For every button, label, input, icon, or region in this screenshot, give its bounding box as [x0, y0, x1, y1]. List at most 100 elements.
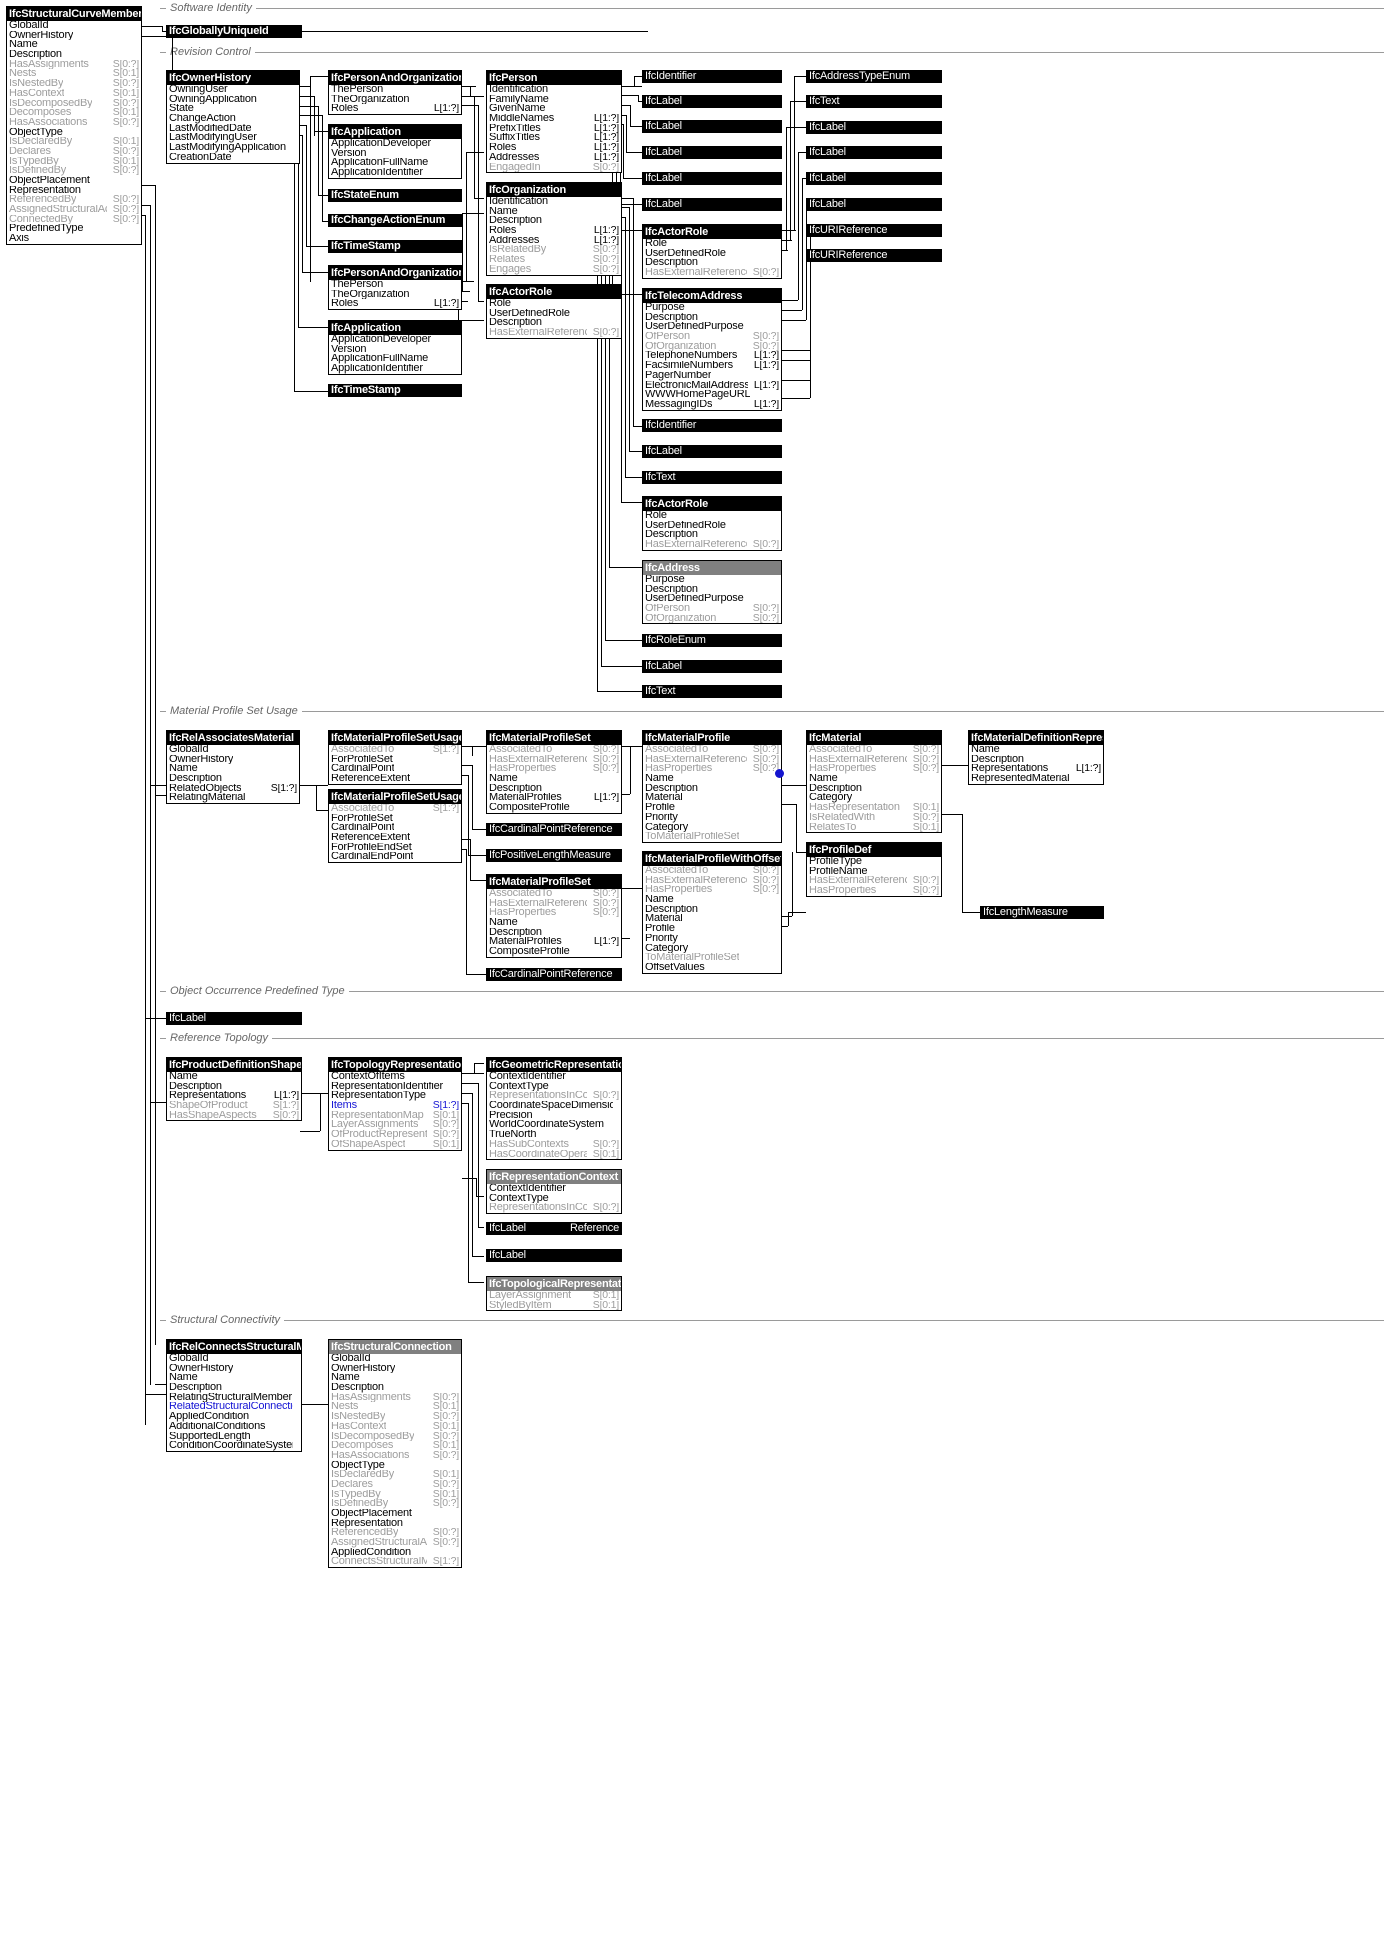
- attribute-row[interactable]: CardinalPoint: [329, 823, 461, 833]
- attribute-row[interactable]: CompositeProfile: [487, 947, 621, 957]
- attribute-row[interactable]: ForProfileSet: [329, 814, 461, 824]
- attribute-row[interactable]: MaterialProfiles L[1:?]: [487, 937, 621, 947]
- type-box-ifc-identifier-org[interactable]: IfcIdentifier: [642, 419, 782, 432]
- attribute-row[interactable]: Representation: [329, 1519, 461, 1529]
- attribute-row[interactable]: CardinalEndPoint: [329, 852, 461, 862]
- attribute-row[interactable]: Priority: [643, 813, 781, 823]
- type-box-ifc-time-stamp-2[interactable]: IfcTimeStamp: [328, 384, 462, 397]
- attribute-row[interactable]: Addresses L[1:?]: [487, 153, 621, 163]
- attribute-row[interactable]: Description: [167, 774, 299, 784]
- attribute-row[interactable]: UserDefinedPurpose: [643, 322, 781, 332]
- attribute-row[interactable]: CompositeProfile: [487, 803, 621, 813]
- attribute-row[interactable]: HasExternalReference S[0:?]: [807, 876, 941, 886]
- attribute-row[interactable]: Description: [7, 50, 141, 60]
- attribute-row[interactable]: IsDecomposedBy S[0:?]: [7, 99, 141, 109]
- entity-ifc-person[interactable]: IfcPerson Identification FamilyName GivenN…: [486, 70, 622, 174]
- attribute-row[interactable]: OwnerHistory: [167, 755, 299, 765]
- attribute-row[interactable]: HasContext S[0:1]: [329, 1422, 461, 1432]
- attribute-row[interactable]: Description: [167, 1383, 301, 1393]
- attribute-row[interactable]: HasExternalReferences S[0:?]: [487, 899, 621, 909]
- attribute-row[interactable]: Name: [487, 918, 621, 928]
- attribute-row[interactable]: ProfileType: [807, 857, 941, 867]
- attribute-row[interactable]: HasAssignments S[0:?]: [329, 1393, 461, 1403]
- attribute-row[interactable]: RelatedObjects S[1:?]: [167, 784, 299, 794]
- entity-ifc-address[interactable]: IfcAddress Purpose Description UserDefined…: [642, 560, 782, 625]
- attribute-row[interactable]: HasExternalReferences S[0:?]: [487, 755, 621, 765]
- attribute-row[interactable]: FamilyName: [487, 95, 621, 105]
- attribute-row[interactable]: WWWHomePageURL: [643, 390, 781, 400]
- attribute-row[interactable]: TheOrganization: [329, 290, 461, 300]
- attribute-row[interactable]: Name: [807, 774, 941, 784]
- type-box-ifc-cardinal-point-reference-1[interactable]: IfcCardinalPointReference: [486, 823, 622, 836]
- attribute-row[interactable]: AssociatedTo S[0:?]: [643, 866, 781, 876]
- attribute-row[interactable]: ThePerson: [329, 85, 461, 95]
- attribute-row[interactable]: TheOrganization: [329, 95, 461, 105]
- type-box-ifc-label-reference[interactable]: IfcLabel Reference: [486, 1222, 622, 1235]
- attribute-row[interactable]: Purpose: [643, 575, 781, 585]
- attribute-row[interactable]: HasContext S[0:1]: [7, 89, 141, 99]
- attribute-row[interactable]: Roles L[1:?]: [487, 226, 621, 236]
- attribute-row[interactable]: Precision: [487, 1111, 621, 1121]
- attribute-row[interactable]: Version: [329, 345, 461, 355]
- attribute-row[interactable]: ThePerson: [329, 280, 461, 290]
- attribute-row[interactable]: Addresses L[1:?]: [487, 236, 621, 246]
- attribute-row[interactable]: RepresentationsInContext S[0:?]: [487, 1203, 621, 1213]
- attribute-row[interactable]: HasProperties S[0:?]: [487, 764, 621, 774]
- attribute-row[interactable]: AppliedCondition: [167, 1412, 301, 1422]
- attribute-row[interactable]: Name: [487, 774, 621, 784]
- attribute-row[interactable]: UserDefinedRole: [643, 521, 781, 531]
- attribute-row[interactable]: AssignedStructuralActivity S[0:?]: [329, 1538, 461, 1548]
- entity-ifc-topology-representation[interactable]: IfcTopologyRepresentation ContextOfItems…: [328, 1057, 462, 1151]
- attribute-row[interactable]: HasProperties S[0:?]: [643, 885, 781, 895]
- attribute-row[interactable]: UserDefinedRole: [487, 309, 621, 319]
- attribute-row[interactable]: RelatingStructuralMember: [167, 1393, 301, 1403]
- attribute-row[interactable]: IsRelatedWith S[0:?]: [807, 813, 941, 823]
- attribute-row[interactable]: ToMaterialProfileSet: [643, 953, 781, 963]
- attribute-row[interactable]: SuffixTitles L[1:?]: [487, 133, 621, 143]
- type-box-ifc-label-a3[interactable]: IfcLabel: [806, 172, 942, 185]
- attribute-row[interactable]: GlobalId: [167, 745, 299, 755]
- attribute-row[interactable]: Roles L[1:?]: [487, 143, 621, 153]
- attribute-row[interactable]: Description: [643, 585, 781, 595]
- attribute-row[interactable]: IsTypedBy S[0:1]: [7, 157, 141, 167]
- type-box-ifc-length-measure[interactable]: IfcLengthMeasure: [980, 906, 1104, 919]
- attribute-row[interactable]: ConnectsStructuralMembers S[1:?]: [329, 1557, 461, 1567]
- entity-ifc-person-and-organization-2[interactable]: IfcPersonAndOrganization ThePerson TheOrg…: [328, 265, 462, 311]
- type-box-ifc-label-r1[interactable]: IfcLabel: [642, 660, 782, 673]
- attribute-row[interactable]: AssociatedTo S[0:?]: [487, 745, 621, 755]
- entity-ifc-person-and-organization-1[interactable]: IfcPersonAndOrganization ThePerson TheOrg…: [328, 70, 462, 116]
- attribute-row[interactable]: RelatingMaterial: [167, 793, 299, 803]
- attribute-row[interactable]: ObjectType: [7, 128, 141, 138]
- attribute-row[interactable]: HasProperties S[0:?]: [807, 886, 941, 896]
- entity-ifc-actor-role-left[interactable]: IfcActorRole Role UserDefinedRole Descript…: [486, 284, 622, 339]
- type-box-ifc-change-action-enum[interactable]: IfcChangeActionEnum: [328, 214, 462, 227]
- entity-ifc-telecom-address[interactable]: IfcTelecomAddress Purpose Description User…: [642, 288, 782, 411]
- type-box-ifc-uri-reference-2[interactable]: IfcURIReference: [806, 249, 942, 262]
- attribute-row[interactable]: MaterialProfiles L[1:?]: [487, 793, 621, 803]
- type-box-ifc-label-a2[interactable]: IfcLabel: [806, 146, 942, 159]
- type-box-ifc-label-a1[interactable]: IfcLabel: [806, 121, 942, 134]
- attribute-row[interactable]: EngagedIn S[0:?]: [487, 163, 621, 173]
- entity-ifc-rel-associates-material[interactable]: IfcRelAssociatesMaterial GlobalId OwnerHi…: [166, 730, 300, 805]
- attribute-row[interactable]: Declares S[0:?]: [329, 1480, 461, 1490]
- attribute-row[interactable]: GivenName: [487, 104, 621, 114]
- attribute-row[interactable]: ApplicationIdentifier: [329, 364, 461, 374]
- entity-ifc-owner-history[interactable]: IfcOwnerHistory OwningUser OwningApplicat…: [166, 70, 300, 164]
- attribute-row[interactable]: Description: [487, 318, 621, 328]
- attribute-row[interactable]: OwningUser: [167, 85, 299, 95]
- attribute-row[interactable]: OfPerson S[0:?]: [643, 332, 781, 342]
- attribute-row[interactable]: HasExternalReferences S[0:?]: [807, 755, 941, 765]
- entity-ifc-topological-representation-item[interactable]: IfcTopologicalRepresentationItem LayerAs…: [486, 1276, 622, 1312]
- attribute-row[interactable]: Nests S[0:1]: [7, 69, 141, 79]
- attribute-row[interactable]: Representation: [7, 186, 141, 196]
- attribute-row[interactable]: ObjectPlacement: [329, 1509, 461, 1519]
- attribute-row[interactable]: PrefixTitles L[1:?]: [487, 124, 621, 134]
- type-box-ifc-text-a1[interactable]: IfcText: [806, 95, 942, 108]
- entity-ifc-material-profile-with-offsets[interactable]: IfcMaterialProfileWithOffsets Associated…: [642, 851, 782, 974]
- attribute-row[interactable]: RepresentationType: [329, 1091, 461, 1101]
- attribute-row[interactable]: Material: [643, 793, 781, 803]
- attribute-row[interactable]: OwnerHistory: [167, 1364, 301, 1374]
- attribute-row[interactable]: Decomposes S[0:1]: [7, 108, 141, 118]
- attribute-row[interactable]: HasExternalReference S[0:?]: [487, 328, 621, 338]
- attribute-row[interactable]: StyledByItem S[0:1]: [487, 1301, 621, 1311]
